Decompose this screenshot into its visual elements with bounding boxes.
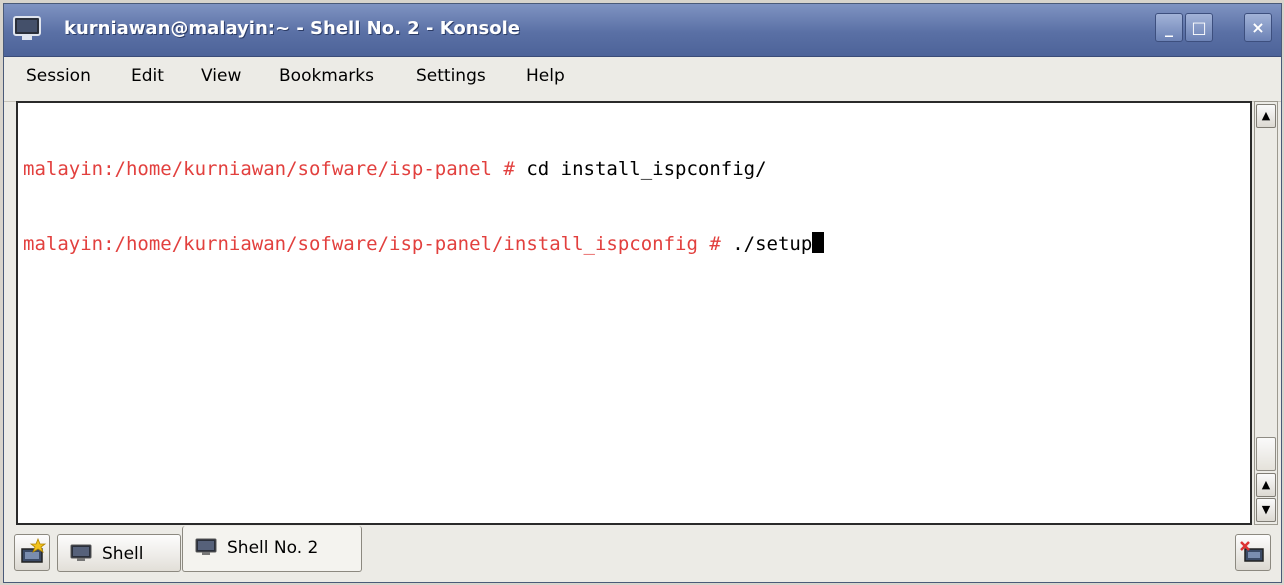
new-session-button[interactable] xyxy=(14,534,50,571)
window-title: kurniawan@malayin:~ - Shell No. 2 - Kons… xyxy=(64,18,520,39)
scroll-down-button[interactable]: ▼ xyxy=(1256,498,1276,522)
close-button[interactable]: × xyxy=(1244,13,1272,42)
new-session-icon xyxy=(21,537,47,563)
shell-prompt: malayin:/home/kurniawan/sofware/isp-pane… xyxy=(23,158,515,180)
terminal-output[interactable]: malayin:/home/kurniawan/sofware/isp-pane… xyxy=(16,101,1252,525)
terminal-icon xyxy=(70,544,92,561)
konsole-terminal-icon[interactable] xyxy=(13,16,41,42)
vertical-scrollbar[interactable]: ▲ ▲ ▼ xyxy=(1254,101,1278,525)
menu-bar: Session Edit View Bookmarks Settings Hel… xyxy=(4,57,1281,102)
minimize-button[interactable]: _ xyxy=(1155,13,1183,42)
terminal-line: malayin:/home/kurniawan/sofware/isp-pane… xyxy=(23,232,1250,257)
tab-label: Shell No. 2 xyxy=(227,538,319,558)
title-bar[interactable]: kurniawan@malayin:~ - Shell No. 2 - Kons… xyxy=(4,4,1281,57)
shell-command: ./setup xyxy=(720,233,813,255)
tab-shell-no-2[interactable]: Shell No. 2 xyxy=(182,526,362,572)
menu-bookmarks[interactable]: Bookmarks xyxy=(279,66,374,86)
menu-edit[interactable]: Edit xyxy=(131,66,164,86)
terminal-icon xyxy=(195,538,217,555)
close-session-button[interactable] xyxy=(1235,534,1271,571)
scroll-thumb[interactable] xyxy=(1256,437,1276,471)
menu-session[interactable]: Session xyxy=(26,66,91,86)
terminal-line: malayin:/home/kurniawan/sofware/isp-pane… xyxy=(23,157,1250,182)
scroll-up-button[interactable]: ▲ xyxy=(1256,104,1276,128)
tab-shell[interactable]: Shell xyxy=(57,534,181,572)
tab-label: Shell xyxy=(102,544,144,564)
menu-settings[interactable]: Settings xyxy=(416,66,486,86)
maximize-button[interactable]: □ xyxy=(1185,13,1213,42)
session-tab-bar: Shell Shell No. 2 xyxy=(4,526,1281,582)
scroll-up-button-lower[interactable]: ▲ xyxy=(1256,473,1276,497)
menu-help[interactable]: Help xyxy=(526,66,565,86)
shell-prompt: malayin:/home/kurniawan/sofware/isp-pane… xyxy=(23,233,721,255)
close-session-icon xyxy=(1240,541,1264,562)
text-cursor xyxy=(812,232,825,253)
shell-command: cd install_ispconfig/ xyxy=(514,158,767,180)
konsole-window: kurniawan@malayin:~ - Shell No. 2 - Kons… xyxy=(3,3,1282,583)
menu-view[interactable]: View xyxy=(201,66,241,86)
